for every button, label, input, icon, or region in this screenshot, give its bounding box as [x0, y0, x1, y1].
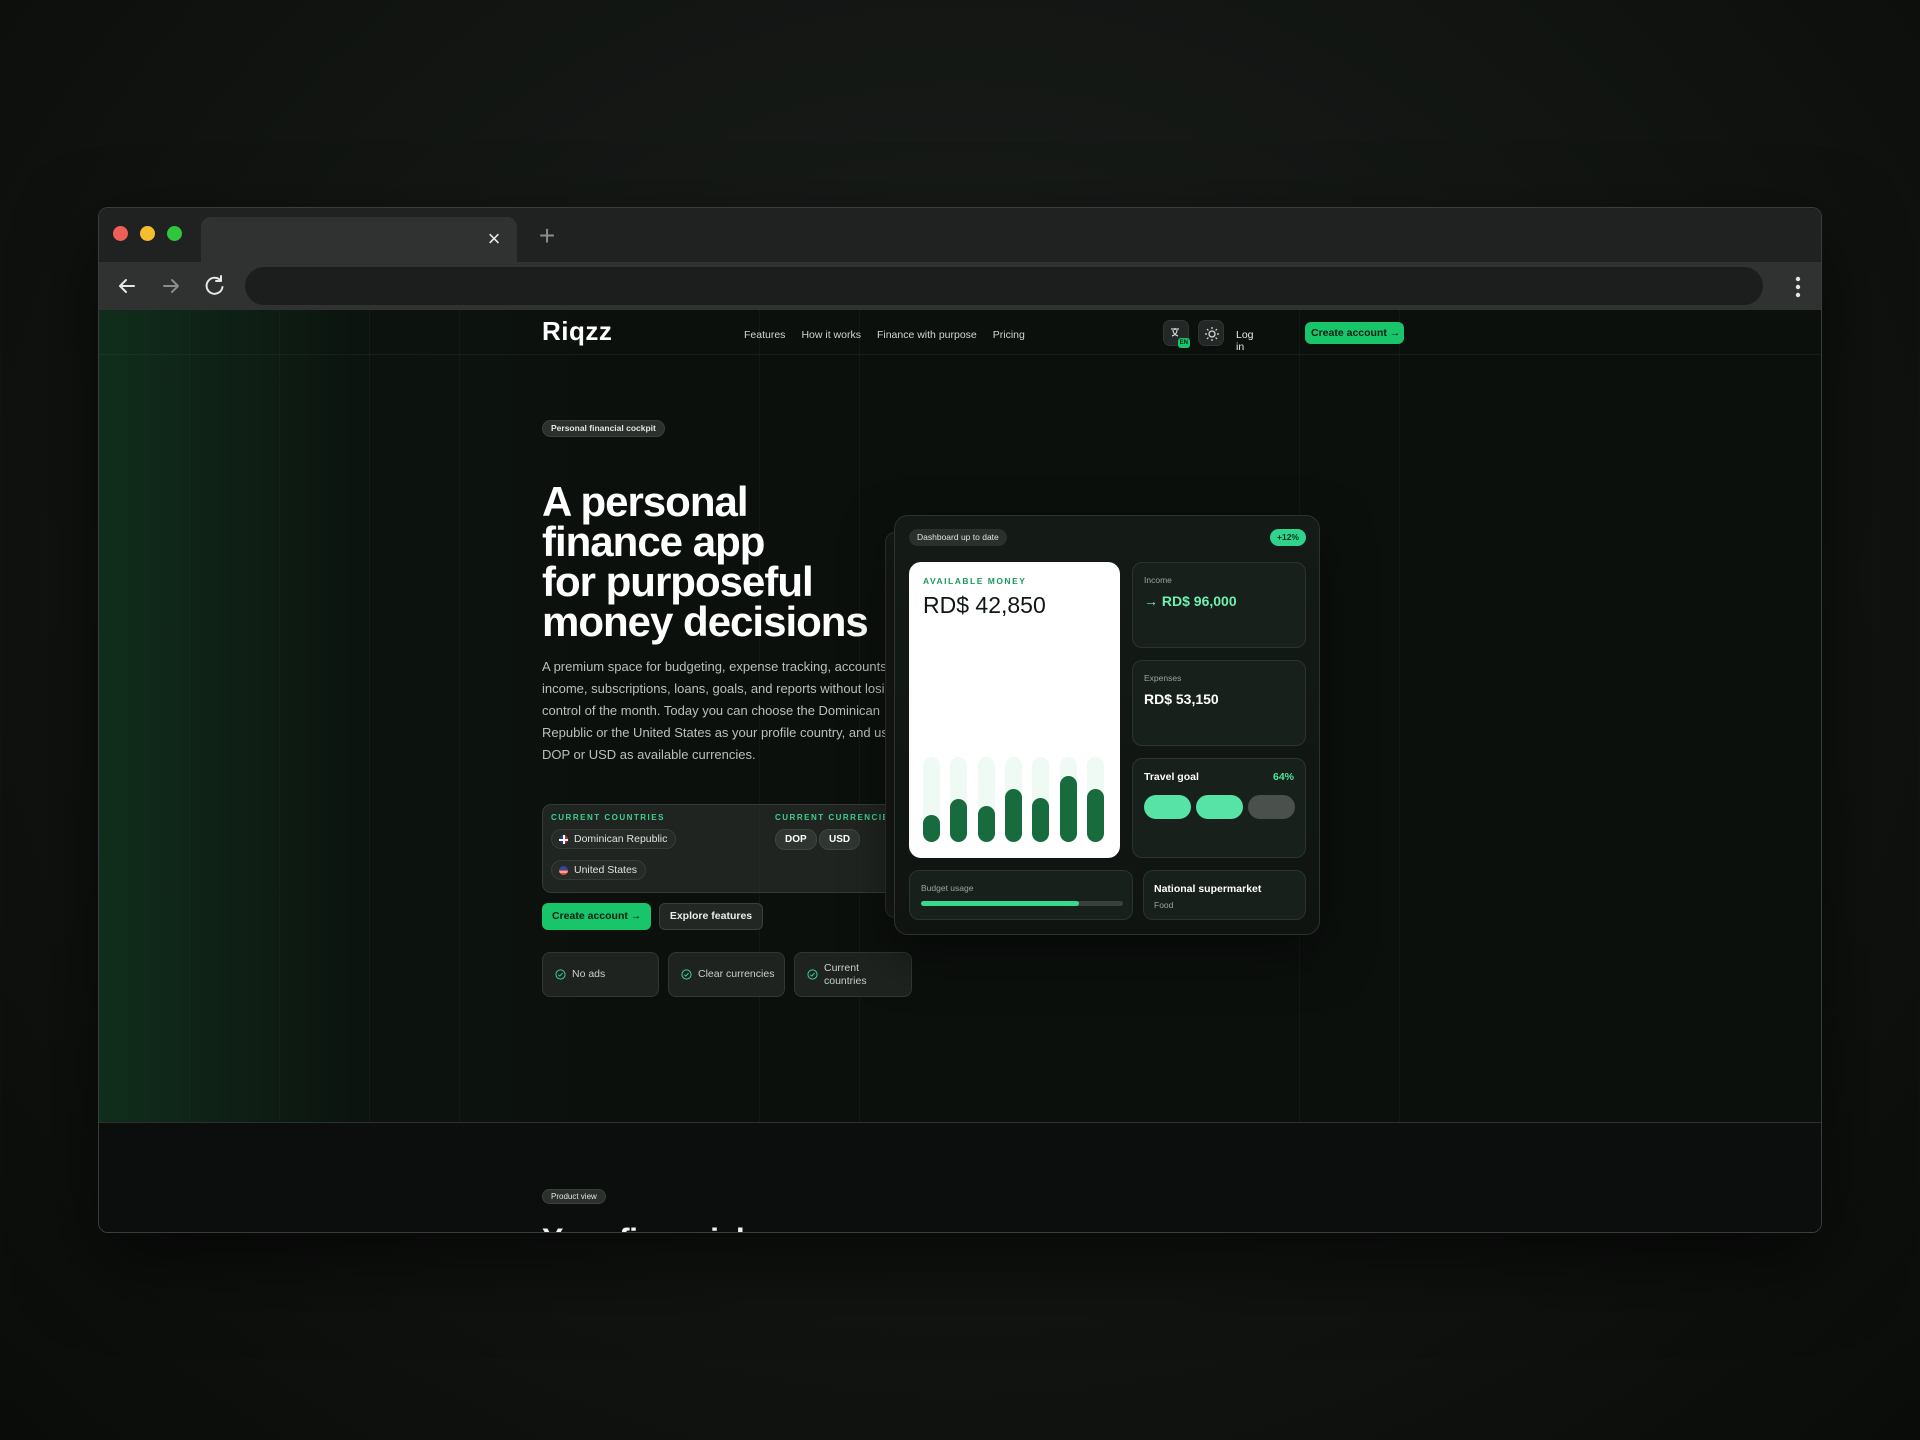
chart-bar [950, 799, 968, 842]
language-badge: EN [1177, 338, 1190, 348]
feature-no-ads: No ads [542, 952, 659, 997]
country-chip-dominican-republic: Dominican Republic [551, 829, 677, 849]
transaction-card: National supermarket Food [1143, 870, 1306, 920]
close-window-button[interactable] [113, 226, 128, 241]
currencies-label: CURRENT CURRENCIES [775, 813, 897, 822]
travel-goal-label: Travel goal [1144, 771, 1199, 783]
nav-link-features[interactable]: Features [744, 329, 785, 341]
check-circle-icon [807, 969, 818, 980]
dashboard-preview: Dashboard up to date +12% AVAILABLE MONE… [894, 515, 1320, 935]
goal-segment [1196, 795, 1243, 819]
browser-window: × + Riqzz Features How it works Finance … [98, 207, 1822, 1233]
expenses-label: Expenses [1144, 673, 1182, 683]
create-account-button-nav[interactable]: Create account → [1305, 322, 1404, 344]
tab-close-icon[interactable]: × [483, 228, 505, 250]
countries-label: CURRENT COUNTRIES [551, 813, 665, 822]
growth-badge: +12% [1270, 529, 1306, 546]
address-bar[interactable] [245, 267, 1763, 305]
country-chip-united-states: United States [551, 860, 647, 880]
chart-bar [923, 815, 940, 842]
language-button[interactable]: EN [1163, 320, 1190, 348]
tab-bar: × + [99, 208, 1821, 262]
product-view-section: Product view Your financial [99, 1122, 1821, 1232]
available-money-card: AVAILABLE MONEY RD$ 42,850 [909, 562, 1120, 858]
income-card: Income → RD$ 96,000 [1132, 562, 1306, 648]
bar-track [1086, 757, 1104, 842]
chart-bar [1059, 776, 1077, 842]
bar-track [1032, 757, 1050, 842]
countries-currencies-panel: CURRENT COUNTRIES CURRENT CURRENCIES Dom… [542, 804, 912, 893]
bar-track [977, 757, 995, 842]
new-tab-icon[interactable]: + [533, 222, 561, 251]
chart-bar [1086, 789, 1104, 842]
goal-segment [1144, 795, 1191, 819]
income-label: Income [1144, 575, 1172, 585]
top-navigation: Riqzz Features How it works Finance with… [542, 316, 1404, 353]
nav-links: Features How it works Finance with purpo… [744, 329, 1025, 341]
login-link[interactable]: Log in [1236, 329, 1254, 353]
bar-track [1004, 757, 1022, 842]
minimize-window-button[interactable] [140, 226, 155, 241]
goal-segment [1248, 795, 1295, 819]
available-money-label: AVAILABLE MONEY [923, 576, 1027, 586]
nav-link-finance-with-purpose[interactable]: Finance with purpose [877, 329, 977, 341]
more-options-icon[interactable] [1795, 276, 1801, 298]
logo[interactable]: Riqzz [542, 316, 612, 347]
travel-goal-card: Travel goal 64% [1132, 758, 1306, 858]
explore-features-button[interactable]: Explore features [659, 903, 763, 930]
create-account-button[interactable]: Create account → [542, 903, 651, 930]
feature-current-countries: Current countries [794, 952, 912, 997]
budget-usage-label: Budget usage [921, 883, 974, 893]
product-view-title: Your financial [542, 1222, 745, 1232]
chart-bar [1004, 789, 1022, 842]
budget-usage-card: Budget usage [909, 870, 1133, 920]
travel-goal-percent: 64% [1272, 771, 1294, 783]
browser-toolbar [99, 262, 1821, 310]
reload-icon[interactable] [201, 272, 229, 300]
feature-clear-currencies: Clear currencies [668, 952, 785, 997]
page-viewport: Riqzz Features How it works Finance with… [99, 310, 1821, 1232]
check-circle-icon [555, 969, 566, 980]
chart-bar [1032, 798, 1050, 842]
budget-usage-fill [921, 901, 1079, 906]
product-view-tag: Product view [542, 1189, 606, 1204]
theme-toggle-button[interactable] [1198, 320, 1224, 346]
currency-chip-usd: USD [819, 829, 861, 850]
bar-track [1059, 757, 1077, 842]
merchant-name: National supermarket [1154, 883, 1262, 895]
hero-description: A premium space for budgeting, expense t… [542, 659, 899, 762]
budget-usage-track [921, 901, 1123, 906]
expenses-value: RD$ 53,150 [1144, 691, 1219, 707]
currency-chip-dop: DOP [775, 829, 817, 850]
hero-tag: Personal financial cockpit [542, 420, 665, 437]
nav-link-pricing[interactable]: Pricing [993, 329, 1025, 341]
check-circle-icon [681, 969, 692, 980]
us-flag-icon [559, 866, 568, 875]
dashboard-tag: Dashboard up to date [909, 529, 1007, 546]
back-arrow-icon[interactable] [113, 272, 141, 300]
expenses-card: Expenses RD$ 53,150 [1132, 660, 1306, 746]
merchant-category: Food [1154, 900, 1174, 910]
sun-icon [1205, 327, 1219, 341]
bar-track [923, 757, 940, 842]
forward-arrow-icon[interactable] [157, 272, 185, 300]
chart-bar [977, 806, 995, 842]
maximize-window-button[interactable] [167, 226, 182, 241]
dominican-flag-icon [559, 835, 568, 844]
browser-tab[interactable]: × [201, 217, 517, 262]
hero-title: A personal finance app for purposeful mo… [542, 478, 869, 645]
nav-link-how-it-works[interactable]: How it works [801, 329, 861, 341]
income-value: → RD$ 96,000 [1144, 593, 1237, 609]
window-controls [113, 226, 182, 241]
bar-track [950, 757, 968, 842]
available-money-value: RD$ 42,850 [923, 592, 1046, 618]
